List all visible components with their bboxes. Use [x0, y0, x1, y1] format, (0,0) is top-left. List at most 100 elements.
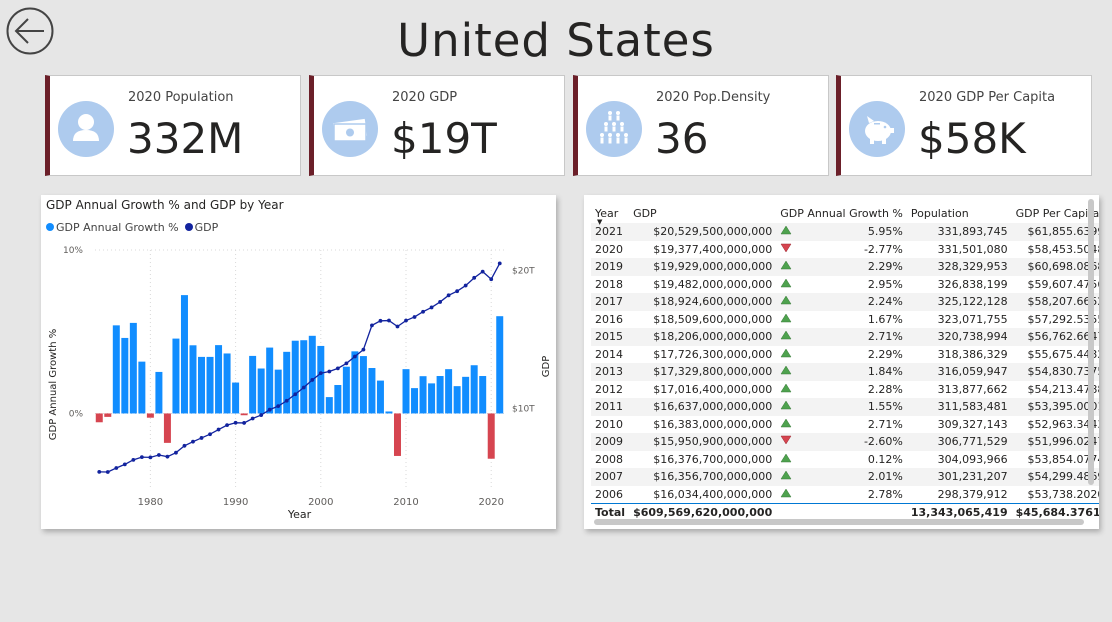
gdp-point	[421, 309, 425, 314]
cell-growth: 2.95%	[867, 277, 903, 291]
cell-growth: 2.24%	[867, 295, 903, 309]
gdp-point	[489, 277, 494, 282]
table-panel[interactable]: Year ▼ GDP GDP Annual Growth % Population…	[584, 195, 1099, 529]
y-tick-label-right: $10T	[512, 404, 535, 414]
cell-population: 328,329,953	[937, 260, 1008, 274]
table-row[interactable]: 2011 $16,637,000,000,000 1.55% 311,583,481 $…	[591, 398, 1099, 416]
table-row[interactable]: 2018 $19,482,000,000,000 2.95% 326,838,199 $…	[591, 276, 1099, 294]
table-row[interactable]: 2017 $18,924,600,000,000 2.24% 325,122,128 $…	[591, 293, 1099, 311]
y-tick-label-left: 0%	[69, 409, 84, 419]
chart-panel[interactable]: 10% 0% $20T $10T 1980 1990 2000 2010 2020 Year GDP…	[41, 195, 556, 529]
growth-bar	[206, 356, 214, 414]
legend-item-gdp[interactable]: GDP	[184, 221, 218, 234]
table-row[interactable]: 2015 $18,206,000,000,000 2.71% 320,738,994 $…	[591, 328, 1099, 346]
x-tick-label: 1990	[223, 497, 248, 508]
table-row[interactable]: 2020 $19,377,400,000,000 -2.77% 331,501,080…	[591, 241, 1099, 259]
table-row[interactable]: 2012 $17,016,400,000,000 2.28% 313,877,662 $…	[591, 381, 1099, 399]
cell-gdp-per-capita: $53,738.2020542997	[1027, 487, 1099, 501]
chart-title: GDP Annual Growth % and GDP by Year	[46, 198, 284, 212]
growth-bar	[121, 337, 129, 414]
y-tick-label-right: $20T	[512, 267, 535, 277]
table-row[interactable]: 2013 $17,329,800,000,000 1.84% 316,059,947 $…	[591, 363, 1099, 381]
cell-population: 326,838,199	[937, 277, 1008, 291]
gdp-point	[463, 283, 468, 288]
kpi-label: 2020 GDP Per Capita	[919, 90, 1056, 105]
table-row[interactable]: 2007 $16,356,700,000,000 2.01% 301,231,207 $…	[591, 468, 1099, 486]
gdp-point	[174, 450, 178, 455]
cell-growth: -2.60%	[863, 435, 903, 449]
growth-bar	[104, 413, 112, 417]
chart-legend: GDP Annual Growth % GDP	[46, 221, 224, 234]
cell-gdp-per-capita: $59,607.4756855455	[1027, 277, 1099, 291]
gdp-point	[276, 404, 281, 409]
table-row[interactable]: 2014 $17,726,300,000,000 2.29% 318,386,329 $…	[591, 346, 1099, 364]
cell-year: 2015	[595, 330, 623, 344]
cell-year: 2017	[595, 295, 623, 309]
growth-bar	[283, 351, 291, 414]
gdp-point	[378, 318, 383, 323]
growth-bar	[445, 369, 453, 414]
cell-gdp-per-capita: $53,395.0001027172	[1027, 400, 1099, 414]
growth-bar	[453, 386, 461, 414]
table-header: Year ▼ GDP GDP Annual Growth % Population…	[591, 203, 1099, 227]
table-row[interactable]: 2009 $15,950,900,000,000 -2.60% 306,771,529…	[591, 433, 1099, 451]
growth-bar	[368, 368, 376, 414]
gdp-point	[182, 443, 187, 448]
cell-year: 2020	[595, 242, 623, 256]
kpi-value: 36	[655, 114, 709, 163]
cell-gdp: $16,356,700,000,000	[653, 470, 773, 484]
growth-bar	[359, 356, 367, 414]
table-row[interactable]: 2010 $16,383,000,000,000 2.71% 309,327,143 $…	[591, 416, 1099, 434]
growth-bar	[146, 413, 154, 418]
gdp-point	[208, 432, 212, 437]
cell-gdp: $19,482,000,000,000	[653, 277, 773, 291]
x-axis-title: Year	[287, 508, 312, 521]
legend-dot	[184, 223, 193, 231]
money-icon	[322, 101, 378, 157]
column-header-population[interactable]: Population	[907, 203, 1012, 223]
growth-bar	[470, 365, 478, 414]
table-row[interactable]: 2019 $19,929,000,000,000 2.29% 328,329,953 $…	[591, 258, 1099, 276]
column-header-growth[interactable]: GDP Annual Growth %	[776, 203, 907, 223]
table-row[interactable]: 2016 $18,509,600,000,000 1.67% 323,071,755 $…	[591, 311, 1099, 329]
cell-population: 331,893,745	[937, 225, 1008, 239]
table-row[interactable]: 2008 $16,376,700,000,000 0.12% 304,093,966 $…	[591, 451, 1099, 469]
cell-gdp-per-capita: $54,213.4788808258	[1027, 382, 1099, 396]
cell-growth: 2.01%	[867, 470, 903, 484]
table-body: 2021 $20,529,500,000,000 5.95% 331,893,745 $…	[591, 223, 1099, 522]
cell-population: 331,501,080	[937, 242, 1008, 256]
triangle-up-icon	[776, 328, 798, 346]
cell-population: 313,877,662	[937, 382, 1008, 396]
growth-bar	[317, 345, 325, 414]
triangle-up-icon	[776, 416, 798, 434]
cell-population: 323,071,755	[937, 312, 1008, 326]
gdp-point	[242, 421, 247, 425]
growth-bar	[385, 411, 393, 414]
gdp-point	[225, 423, 229, 428]
cell-growth: 1.84%	[867, 365, 903, 379]
growth-bar	[232, 382, 240, 414]
triangle-up-icon	[776, 223, 798, 241]
legend-item-growth[interactable]: GDP Annual Growth %	[46, 221, 179, 234]
table-row[interactable]: 2006 $16,034,400,000,000 2.78% 298,379,912 $…	[591, 486, 1099, 504]
gdp-point	[361, 347, 366, 352]
gdp-point	[352, 354, 357, 359]
gdp-point	[344, 361, 349, 366]
cell-population: 298,379,912	[937, 487, 1008, 501]
cell-gdp-per-capita: $54,830.7375372685	[1027, 365, 1099, 379]
vertical-scrollbar[interactable]	[1088, 199, 1094, 485]
triangle-down-icon	[776, 433, 798, 451]
cell-gdp-per-capita: $61,855.6399729678	[1027, 225, 1099, 239]
cell-year: 2014	[595, 347, 623, 361]
horizontal-scrollbar[interactable]	[594, 519, 1084, 525]
column-header-year[interactable]: Year ▼	[591, 203, 629, 227]
gdp-line	[99, 263, 501, 473]
growth-bar	[266, 347, 274, 414]
gdp-point	[455, 289, 460, 294]
growth-gdp-chart[interactable]: 10% 0% $20T $10T 1980 1990 2000 2010 2020 Year GDP…	[41, 195, 556, 529]
column-header-gdp[interactable]: GDP	[629, 203, 776, 223]
table-row[interactable]: 2021 $20,529,500,000,000 5.95% 331,893,745 $…	[591, 223, 1099, 241]
cell-year: 2012	[595, 382, 623, 396]
cell-population: 311,583,481	[937, 400, 1008, 414]
column-header-per-capita[interactable]: GDP Per Capita	[1012, 203, 1099, 223]
